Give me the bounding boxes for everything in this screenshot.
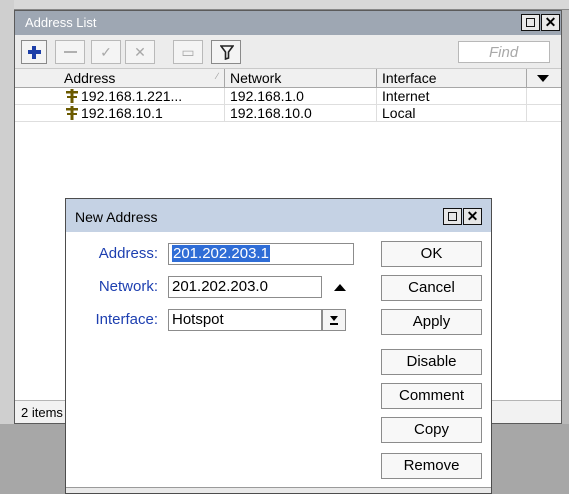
cell-network: 192.168.10.0 xyxy=(225,105,377,121)
table-row[interactable]: 192.168.1.221... 192.168.1.0 Internet xyxy=(15,88,561,105)
comment-icon: ▭ xyxy=(181,44,195,60)
funnel-icon xyxy=(220,45,234,60)
maximize-button[interactable] xyxy=(521,14,540,31)
network-field[interactable]: 201.202.203.0 xyxy=(168,276,322,298)
address-label: Address: xyxy=(98,245,158,262)
address-icon xyxy=(66,89,78,103)
cell-address: 192.168.1.221... xyxy=(59,88,225,104)
collapse-arrow-icon[interactable] xyxy=(334,284,346,291)
interface-dropdown-button[interactable] xyxy=(322,309,346,331)
interface-select[interactable]: Hotspot xyxy=(168,309,322,331)
address-field[interactable]: 201.202.203.1 xyxy=(168,243,354,265)
address-list-title-bar[interactable]: Address List ✕ xyxy=(15,11,561,35)
dialog-title: New Address xyxy=(75,209,158,225)
table-header: Address ∕ Network Interface xyxy=(15,69,561,88)
dialog-bottom-divider xyxy=(66,487,491,493)
column-interface[interactable]: Interface xyxy=(377,69,527,87)
address-icon xyxy=(66,106,78,120)
cell-address: 192.168.10.1 xyxy=(59,105,225,121)
cell-interface: Internet xyxy=(377,88,527,104)
new-address-dialog: New Address ✕ Address: 201.202.203.1 Net… xyxy=(65,198,492,494)
disable-button[interactable]: ✕ xyxy=(125,40,155,64)
column-network[interactable]: Network xyxy=(225,69,377,87)
comment-button[interactable]: ▭ xyxy=(173,40,203,64)
apply-button[interactable]: Apply xyxy=(381,309,482,335)
check-icon: ✓ xyxy=(100,44,112,60)
minus-icon xyxy=(64,51,77,53)
columns-dropdown-button[interactable] xyxy=(527,69,561,87)
dialog-maximize-button[interactable] xyxy=(443,208,462,225)
cell-network: 192.168.1.0 xyxy=(225,88,377,104)
close-icon: ✕ xyxy=(466,208,479,224)
add-button[interactable] xyxy=(21,40,47,64)
cancel-button[interactable]: Cancel xyxy=(381,275,482,301)
table-row[interactable]: 192.168.10.1 192.168.10.0 Local xyxy=(15,105,561,122)
disable-button[interactable]: Disable xyxy=(381,349,482,375)
sort-arrow-icon: ∕ xyxy=(216,71,218,81)
item-count: 2 items xyxy=(21,405,63,420)
find-input[interactable]: Find xyxy=(458,41,550,63)
remove-button[interactable] xyxy=(55,40,85,64)
filter-button[interactable] xyxy=(211,40,241,64)
close-icon: ✕ xyxy=(544,14,557,30)
network-value: 201.202.203.0 xyxy=(172,278,268,295)
comment-button[interactable]: Comment xyxy=(381,383,482,409)
dialog-title-bar[interactable]: New Address ✕ xyxy=(66,199,491,232)
chevron-down-icon xyxy=(537,75,549,82)
interface-label: Interface: xyxy=(95,311,158,328)
background-left-edge xyxy=(0,0,14,494)
address-value: 201.202.203.1 xyxy=(172,245,270,262)
cell-interface: Local xyxy=(377,105,527,121)
toolbar: ✓ ✕ ▭ Find xyxy=(15,35,561,69)
dialog-close-button[interactable]: ✕ xyxy=(463,208,482,225)
enable-button[interactable]: ✓ xyxy=(91,40,121,64)
column-address[interactable]: Address ∕ xyxy=(59,69,225,87)
ok-button[interactable]: OK xyxy=(381,241,482,267)
background-window-edge xyxy=(0,0,569,10)
remove-button[interactable]: Remove xyxy=(381,453,482,479)
maximize-icon xyxy=(526,18,535,27)
close-button[interactable]: ✕ xyxy=(541,14,560,31)
network-label: Network: xyxy=(98,278,158,295)
maximize-icon xyxy=(448,212,457,221)
address-list-title: Address List xyxy=(25,15,97,30)
copy-button[interactable]: Copy xyxy=(381,417,482,443)
interface-value: Hotspot xyxy=(172,311,224,328)
x-icon: ✕ xyxy=(134,44,146,60)
